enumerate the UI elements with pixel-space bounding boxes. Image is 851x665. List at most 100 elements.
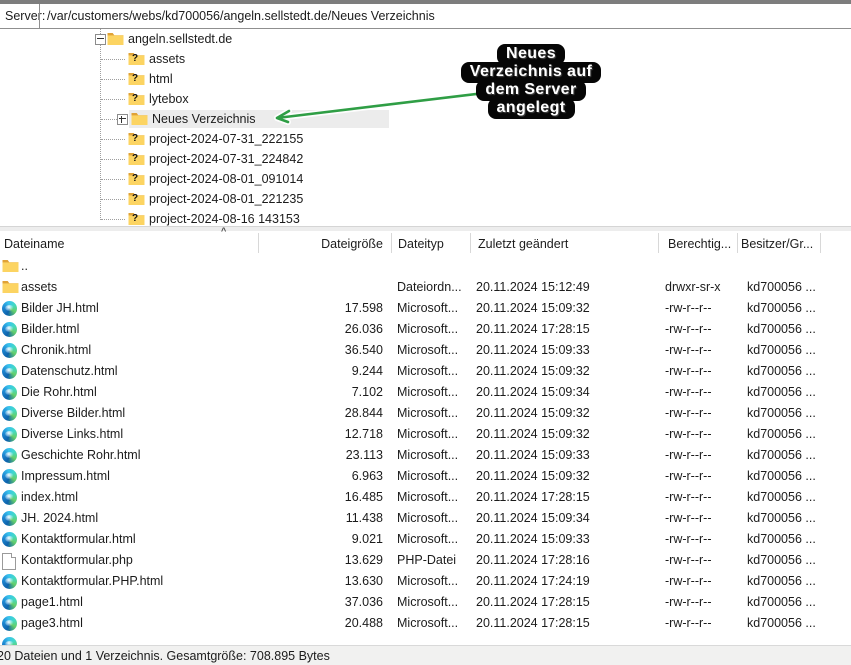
file-permissions-cell: -rw-r--r-- — [665, 405, 735, 422]
annotation-line: angelegt — [488, 98, 575, 119]
table-row[interactable]: Diverse Links.html12.718Microsoft...20.1… — [0, 424, 851, 445]
file-modified-cell: 20.11.2024 17:28:16 — [476, 552, 646, 569]
tree-item-project-2024-08-16-143153[interactable]: ?project-2024-08-16 143153 — [0, 209, 420, 226]
table-row[interactable]: Kontaktformular.php13.629PHP-Datei20.11.… — [0, 550, 851, 571]
question-mark-overlay-icon: ? — [132, 213, 138, 224]
file-name-cell: Chronik.html — [21, 342, 251, 359]
tree-item-project-2024-07-31-224842[interactable]: ?project-2024-07-31_224842 — [0, 149, 420, 169]
panel-splitter[interactable] — [0, 226, 851, 231]
expand-plus-icon[interactable] — [117, 114, 128, 125]
file-permissions-cell — [665, 258, 735, 275]
table-row[interactable]: .. — [0, 256, 851, 277]
server-path-input[interactable]: /var/customers/webs/kd700056/angeln.sell… — [47, 4, 851, 28]
file-size-cell: 23.113 — [295, 447, 383, 464]
column-header-dateiname[interactable]: Dateiname — [4, 235, 64, 253]
file-permissions-cell: -rw-r--r-- — [665, 468, 735, 485]
tree-connector-stub — [101, 219, 125, 221]
table-row[interactable]: Kontaktformular.html9.021Microsoft...20.… — [0, 529, 851, 550]
file-type-cell: Microsoft... — [397, 510, 465, 527]
folder-icon: ? — [128, 52, 145, 66]
table-row[interactable]: index.html16.485Microsoft...20.11.2024 1… — [0, 487, 851, 508]
file-permissions-cell: -rw-r--r-- — [665, 615, 735, 632]
table-row[interactable]: Diverse Bilder.html28.844Microsoft...20.… — [0, 403, 851, 424]
tree-item-label: angeln.sellstedt.de — [128, 31, 232, 47]
tree-item-root[interactable]: angeln.sellstedt.de — [0, 29, 420, 49]
edge-browser-icon — [2, 448, 17, 463]
folder-icon — [2, 280, 19, 294]
file-owner-cell: kd700056 ... — [747, 615, 847, 632]
table-row[interactable]: Chronik.html36.540Microsoft...20.11.2024… — [0, 340, 851, 361]
folder-icon — [2, 259, 19, 273]
tree-connector-stub — [101, 119, 117, 121]
column-resize-handle[interactable] — [470, 233, 471, 253]
column-header-besitzer[interactable]: Besitzer/Gr... — [741, 235, 813, 253]
tree-connector-stub — [101, 79, 125, 81]
file-permissions-cell: -rw-r--r-- — [665, 531, 735, 548]
question-mark-overlay-icon: ? — [132, 93, 138, 104]
file-owner-cell: kd700056 ... — [747, 594, 847, 611]
file-type-cell: Dateiordn... — [397, 279, 465, 296]
column-resize-handle[interactable] — [658, 233, 659, 253]
tree-item-project-2024-08-01-221235[interactable]: ?project-2024-08-01_221235 — [0, 189, 420, 209]
column-header-zuletzt-geaendert[interactable]: Zuletzt geändert — [478, 235, 568, 253]
file-owner-cell: kd700056 ... — [747, 300, 847, 317]
tree-item-project-2024-07-31-222155[interactable]: ?project-2024-07-31_222155 — [0, 129, 420, 149]
edge-browser-icon — [2, 616, 17, 631]
file-name-cell: Geschichte Rohr.html — [21, 447, 251, 464]
ftp-client-window: Server: /var/customers/webs/kd700056/ang… — [0, 0, 851, 665]
table-row[interactable]: Bilder.html26.036Microsoft...20.11.2024 … — [0, 319, 851, 340]
table-row[interactable]: JH. 2024.html11.438Microsoft...20.11.202… — [0, 508, 851, 529]
file-owner-cell: kd700056 ... — [747, 468, 847, 485]
table-row[interactable]: Kontaktformular.PHP.html13.630Microsoft.… — [0, 571, 851, 592]
tree-item-label: project-2024-08-01_091014 — [149, 171, 303, 187]
table-row[interactable]: page3.html20.488Microsoft...20.11.2024 1… — [0, 613, 851, 634]
column-resize-handle[interactable] — [737, 233, 738, 253]
file-type-cell: Microsoft... — [397, 363, 465, 380]
edge-browser-icon — [2, 322, 17, 337]
table-row[interactable]: Geschichte Rohr.html23.113Microsoft...20… — [0, 445, 851, 466]
table-row-partial[interactable] — [0, 634, 851, 645]
file-name-cell: assets — [21, 279, 251, 296]
table-row[interactable]: Impressum.html6.963Microsoft...20.11.202… — [0, 466, 851, 487]
file-modified-cell: 20.11.2024 15:09:34 — [476, 510, 646, 527]
file-type-cell: Microsoft... — [397, 531, 465, 548]
column-header-dateigroesse[interactable]: Dateigröße — [300, 235, 383, 253]
file-owner-cell: kd700056 ... — [747, 573, 847, 590]
tree-item-project-2024-08-01-091014[interactable]: ?project-2024-08-01_091014 — [0, 169, 420, 189]
tree-connector-stub — [101, 179, 125, 181]
file-size-cell: 37.036 — [295, 594, 383, 611]
table-row[interactable]: page1.html37.036Microsoft...20.11.2024 1… — [0, 592, 851, 613]
table-row[interactable]: Datenschutz.html9.244Microsoft...20.11.2… — [0, 361, 851, 382]
table-row[interactable]: Die Rohr.html7.102Microsoft...20.11.2024… — [0, 382, 851, 403]
column-resize-handle[interactable] — [258, 233, 259, 253]
column-header-berechtigungen[interactable]: Berechtig... — [668, 235, 731, 253]
document-file-icon — [2, 553, 16, 570]
tree-item-body: ?assets — [126, 50, 386, 68]
column-resize-handle[interactable] — [391, 233, 392, 253]
file-name-cell: Die Rohr.html — [21, 384, 251, 401]
edge-browser-icon — [2, 406, 17, 421]
file-owner-cell: kd700056 ... — [747, 447, 847, 464]
tree-connector-stub — [101, 199, 125, 201]
file-permissions-cell: drwxr-sr-x — [665, 279, 735, 296]
table-row[interactable]: assetsDateiordn...20.11.2024 15:12:49drw… — [0, 277, 851, 298]
file-name-cell: Datenschutz.html — [21, 363, 251, 380]
file-size-cell: 17.598 — [295, 300, 383, 317]
file-owner-cell: kd700056 ... — [747, 405, 847, 422]
file-size-cell — [295, 258, 383, 275]
table-row[interactable]: Bilder JH.html17.598Microsoft...20.11.20… — [0, 298, 851, 319]
file-modified-cell: 20.11.2024 15:09:33 — [476, 342, 646, 359]
annotation-callout: Neues Verzeichnis auf dem Server angeleg… — [446, 44, 616, 119]
tree-item-assets[interactable]: ?assets — [0, 49, 420, 69]
collapse-expander-icon[interactable] — [95, 34, 106, 45]
file-type-cell: Microsoft... — [397, 447, 465, 464]
folder-icon: ? — [128, 92, 145, 106]
file-type-cell — [397, 258, 465, 275]
file-modified-cell: 20.11.2024 17:24:19 — [476, 573, 646, 590]
column-header-dateityp[interactable]: Dateityp — [398, 235, 444, 253]
column-resize-handle[interactable] — [820, 233, 821, 253]
file-list-header: ^ Dateiname Dateigröße Dateityp Zuletzt … — [0, 226, 851, 256]
file-owner-cell: kd700056 ... — [747, 426, 847, 443]
file-modified-cell — [476, 258, 646, 275]
file-size-cell: 11.438 — [295, 510, 383, 527]
